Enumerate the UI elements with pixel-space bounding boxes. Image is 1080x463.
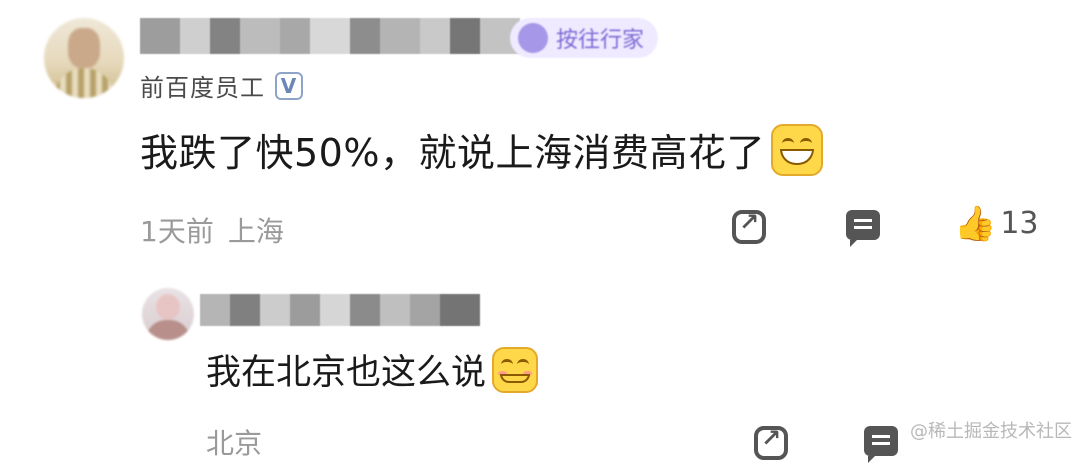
reply-location: 北京 bbox=[206, 427, 263, 460]
comment-icon bbox=[864, 426, 898, 463]
reply-text: 我在北京也这么说 bbox=[206, 344, 539, 395]
reply-name-blurred[interactable] bbox=[200, 294, 480, 326]
grin-emoji-icon bbox=[492, 346, 539, 393]
tag-icon bbox=[518, 23, 548, 53]
verified-badge-icon: V bbox=[275, 71, 303, 100]
comment-icon bbox=[846, 210, 880, 247]
reply-body: 我在北京也这么说 bbox=[206, 353, 487, 393]
share-icon bbox=[754, 424, 788, 460]
comment-time: 1天前 bbox=[140, 215, 214, 248]
comment-body: 我跌了快50%，就说上海消费高花了 bbox=[140, 131, 765, 175]
commenter-avatar[interactable] bbox=[44, 18, 124, 98]
reply-button[interactable] bbox=[846, 210, 880, 247]
share-button[interactable] bbox=[754, 424, 788, 460]
reply-button[interactable] bbox=[864, 426, 898, 463]
commenter-title: 前百度员工 bbox=[140, 74, 265, 102]
share-icon bbox=[732, 208, 766, 244]
avatar-body bbox=[146, 320, 190, 340]
avatar-body bbox=[54, 68, 114, 98]
avatar-face bbox=[156, 294, 180, 320]
comment-meta: 1天前 上海 bbox=[140, 210, 284, 250]
reply-avatar[interactable] bbox=[142, 288, 194, 340]
thumbs-up-icon: 👍 bbox=[954, 203, 997, 244]
like-count: 13 bbox=[1000, 206, 1039, 241]
commenter-subtitle: 前百度员工 V bbox=[140, 68, 303, 103]
expert-tag-label: 按往行家 bbox=[556, 28, 645, 53]
like-button[interactable]: 👍 13 bbox=[954, 206, 1039, 241]
expert-tag[interactable]: 按往行家 bbox=[510, 18, 659, 58]
grin-emoji-icon bbox=[770, 123, 823, 176]
comment-location: 上海 bbox=[227, 215, 284, 248]
share-button[interactable] bbox=[732, 208, 766, 244]
avatar-face bbox=[68, 28, 100, 68]
watermark: @稀土掘金技术社区 bbox=[910, 421, 1072, 442]
comment-text: 我跌了快50%，就说上海消费高花了 bbox=[140, 122, 823, 177]
commenter-name-blurred[interactable] bbox=[140, 18, 520, 54]
